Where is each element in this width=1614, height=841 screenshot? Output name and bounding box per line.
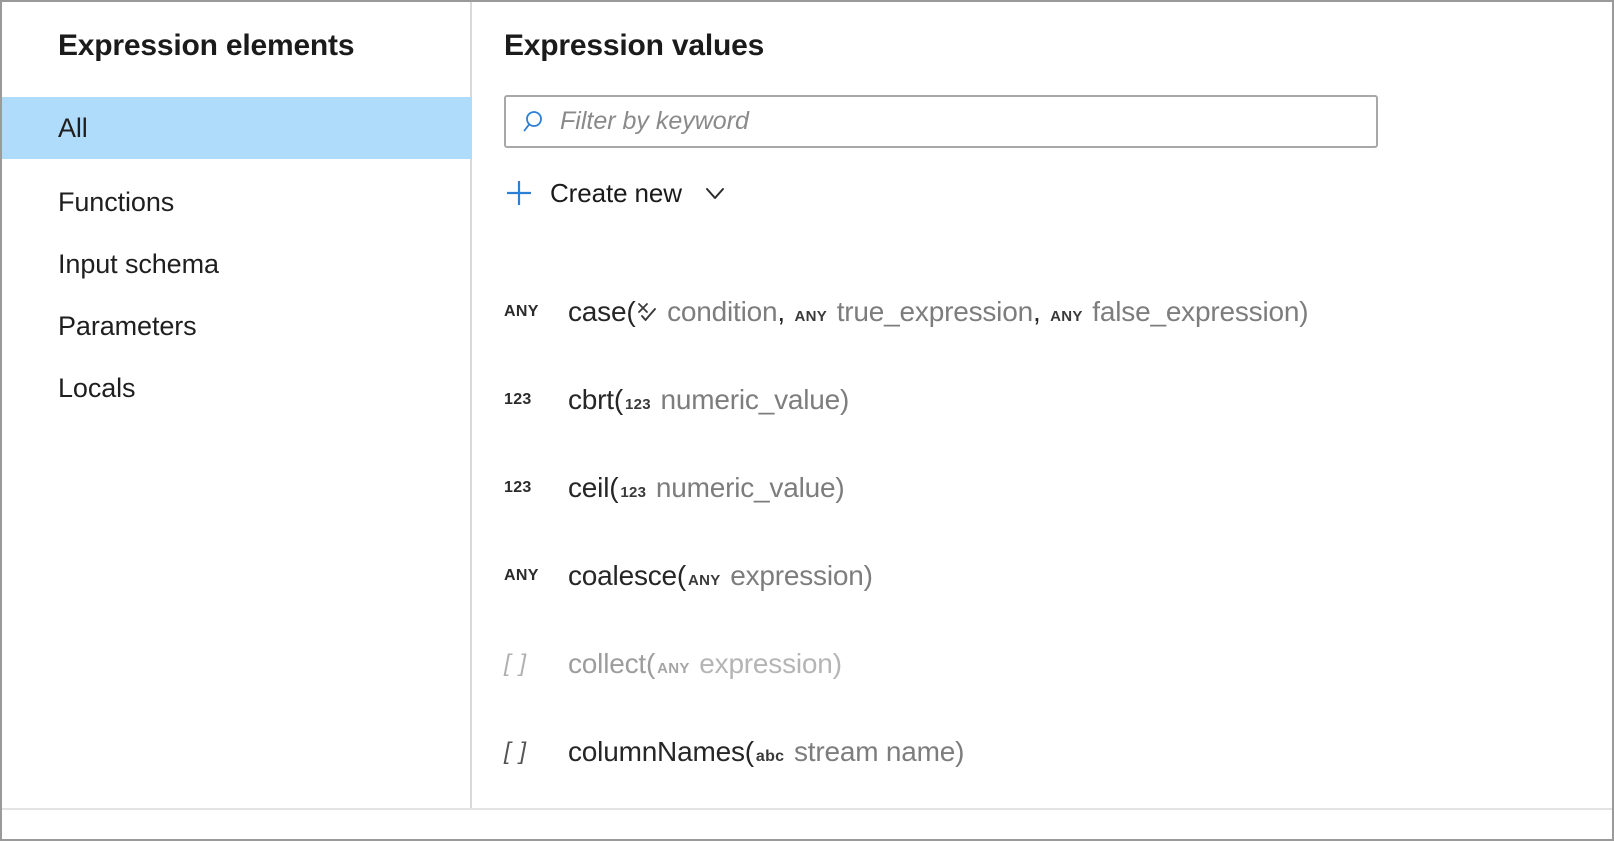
sidebar-spacer (2, 159, 472, 171)
panes-container: Expression elements All Functions Input sc… (2, 2, 1612, 808)
expression-elements-title: Expression elements (58, 29, 354, 63)
close-paren: ) (835, 472, 844, 504)
open-paren: ( (677, 560, 686, 592)
arg-space (653, 384, 661, 416)
close-paren: ) (1299, 296, 1308, 328)
function-signature: ceil(123 numeric_value) (568, 472, 845, 504)
arg-name: expression (730, 560, 863, 592)
return-type-badge: ANY (504, 567, 560, 585)
sidebar-item-label: Functions (58, 187, 174, 218)
arg-type-badge: ANY (1048, 308, 1085, 325)
function-name: ceil (568, 472, 609, 504)
arg-type-badge: abc (754, 748, 786, 766)
arg-name: true_expression (837, 296, 1033, 328)
sidebar-item-label: Locals (58, 373, 135, 404)
expression-values-title: Expression values (504, 29, 764, 63)
sidebar-item-all[interactable]: All (2, 97, 472, 159)
arg-name: numeric_value (656, 472, 836, 504)
arg-space (659, 296, 667, 328)
create-new-button[interactable]: Create new (502, 170, 730, 216)
sidebar-item-label: Input schema (58, 249, 219, 280)
arg-space (786, 736, 794, 768)
arg-separator: , (777, 296, 792, 328)
return-type-badge: ANY (504, 303, 560, 321)
expression-values-pane: Expression values Create new (472, 2, 1612, 808)
arg-separator: , (1033, 296, 1048, 328)
return-type-badge: [ ] (504, 738, 560, 766)
sidebar-item-locals[interactable]: Locals (2, 357, 472, 419)
function-row[interactable]: [ ] columnNames(abc stream name) (472, 708, 1612, 796)
function-signature: coalesce(ANY expression) (568, 560, 873, 592)
arg-space (648, 472, 656, 504)
function-row[interactable]: 123cbrt(123 numeric_value) (472, 356, 1612, 444)
arg-name: condition (667, 296, 777, 328)
arg-type-badge: ANY (793, 308, 830, 325)
arg-name: stream name (794, 736, 955, 768)
function-signature: collect(ANY expression) (568, 648, 842, 680)
plus-icon (502, 176, 536, 210)
function-name: coalesce (568, 560, 677, 592)
search-icon (522, 108, 550, 136)
arg-type-badge: ANY (686, 572, 723, 589)
function-name: case (568, 296, 626, 328)
sidebar-item-label: Parameters (58, 311, 197, 342)
function-name: cbrt (568, 384, 614, 416)
arg-type-badge: ANY (655, 660, 692, 677)
boolean-check-icon (635, 300, 659, 324)
create-new-label: Create new (550, 178, 682, 209)
sidebar-item-input-schema[interactable]: Input schema (2, 233, 472, 295)
open-paren: ( (609, 472, 618, 504)
function-signature: columnNames(abc stream name) (568, 736, 964, 768)
filter-search-box[interactable] (504, 95, 1378, 148)
expression-elements-pane: Expression elements All Functions Input sc… (2, 2, 472, 808)
bottom-strip (2, 808, 1612, 839)
return-type-badge: 123 (504, 391, 560, 409)
close-paren: ) (955, 736, 964, 768)
function-row[interactable]: 123ceil(123 numeric_value) (472, 444, 1612, 532)
function-name: columnNames (568, 736, 745, 768)
expression-builder-panel: Expression elements All Functions Input sc… (0, 0, 1614, 841)
search-input[interactable] (560, 97, 1376, 146)
sidebar-item-parameters[interactable]: Parameters (2, 295, 472, 357)
function-signature: case( condition, ANY true_expression, AN… (568, 296, 1308, 328)
function-row[interactable]: ANYcoalesce(ANY expression) (472, 532, 1612, 620)
arg-space (829, 296, 837, 328)
open-paren: ( (626, 296, 635, 328)
arg-name: expression (699, 648, 832, 680)
arg-space (1085, 296, 1093, 328)
close-paren: ) (864, 560, 873, 592)
sidebar-item-label: All (58, 113, 88, 144)
open-paren: ( (745, 736, 754, 768)
function-list: ANYcase( condition, ANY true_expression,… (472, 268, 1612, 796)
arg-name: numeric_value (661, 384, 841, 416)
close-paren: ) (833, 648, 842, 680)
arg-name: false_expression (1092, 296, 1299, 328)
chevron-down-icon[interactable] (700, 178, 730, 208)
arg-type-badge: 123 (618, 484, 648, 501)
arg-space (723, 560, 731, 592)
function-row[interactable]: [ ] collect(ANY expression) (472, 620, 1612, 708)
expression-elements-list: All Functions Input schema Parameters Locals (2, 97, 472, 419)
sidebar-item-functions[interactable]: Functions (2, 171, 472, 233)
open-paren: ( (646, 648, 655, 680)
function-name: collect (568, 648, 646, 680)
open-paren: ( (614, 384, 623, 416)
function-signature: cbrt(123 numeric_value) (568, 384, 849, 416)
return-type-badge: 123 (504, 479, 560, 497)
return-type-badge: [ ] (504, 650, 560, 678)
close-paren: ) (840, 384, 849, 416)
arg-space (692, 648, 700, 680)
arg-type-badge: 123 (623, 396, 653, 413)
function-row[interactable]: ANYcase( condition, ANY true_expression,… (472, 268, 1612, 356)
